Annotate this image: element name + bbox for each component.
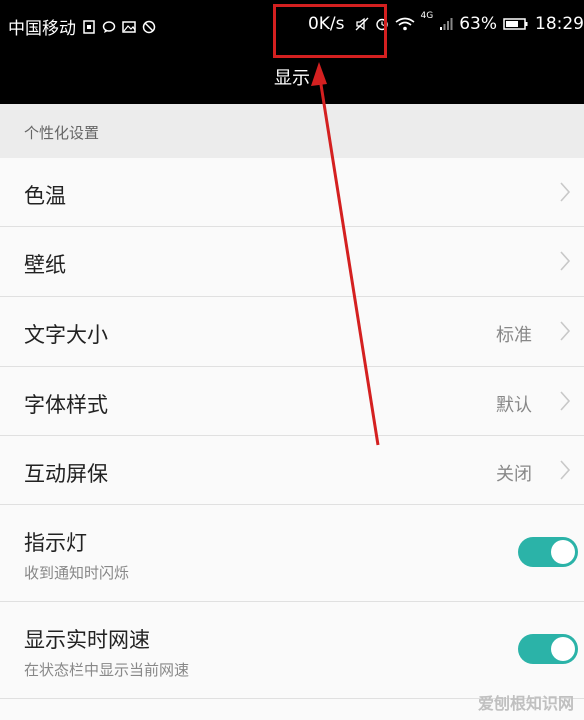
chevron-right-icon: [558, 181, 572, 203]
row-label: 字体样式: [24, 393, 108, 417]
image-icon: [122, 20, 136, 34]
row-label: 指示灯: [24, 531, 87, 555]
clock: 18:29: [535, 14, 584, 34]
row-interactive-screensaver[interactable]: 互动屏保 关闭: [0, 436, 584, 505]
row-value: 默认: [496, 395, 532, 416]
section-header: 个性化设置: [0, 104, 584, 158]
row-font-style[interactable]: 字体样式 默认: [0, 367, 584, 436]
row-label: 文字大小: [24, 323, 108, 347]
wifi-icon: [395, 17, 415, 31]
status-left: 中国移动: [8, 14, 156, 39]
signal-icon: [439, 17, 453, 31]
row-label: 显示实时网速: [24, 628, 150, 652]
section-header-label: 个性化设置: [24, 124, 100, 142]
realtime-net-speed-toggle[interactable]: [518, 634, 578, 664]
row-color-temperature[interactable]: 色温: [0, 158, 584, 227]
chevron-right-icon: [558, 459, 572, 481]
battery-icon: [503, 17, 529, 31]
row-label: 壁纸: [24, 253, 66, 277]
row-label: 色温: [24, 184, 66, 208]
title-bar: 显示: [0, 52, 584, 104]
chevron-right-icon: [558, 250, 572, 272]
message-icon: [102, 20, 116, 34]
indicator-light-toggle[interactable]: [518, 537, 578, 567]
battery-percent: 63%: [459, 14, 497, 34]
row-font-size[interactable]: 文字大小 标准: [0, 297, 584, 367]
row-subtitle: 收到通知时闪烁: [24, 564, 130, 582]
blocked-icon: [142, 20, 156, 34]
carrier-name: 中国移动: [8, 19, 76, 39]
row-indicator-light: 指示灯 收到通知时闪烁: [0, 505, 584, 602]
row-value: 关闭: [496, 464, 532, 485]
page-title: 显示: [274, 68, 310, 89]
network-type: 4G: [420, 11, 434, 21]
watermark: 爱刨根知识网: [477, 694, 574, 713]
row-realtime-net-speed: 显示实时网速 在状态栏中显示当前网速: [0, 602, 584, 699]
row-label: 互动屏保: [24, 462, 108, 486]
annotation-highlight-box: [273, 4, 387, 58]
toggle-knob: [551, 540, 575, 564]
row-value: 标准: [496, 325, 532, 346]
row-subtitle: 在状态栏中显示当前网速: [24, 661, 190, 679]
chevron-right-icon: [558, 320, 572, 342]
sim-icon: [82, 19, 96, 34]
chevron-right-icon: [558, 390, 572, 412]
row-wallpaper[interactable]: 壁纸: [0, 227, 584, 297]
toggle-knob: [551, 637, 575, 661]
